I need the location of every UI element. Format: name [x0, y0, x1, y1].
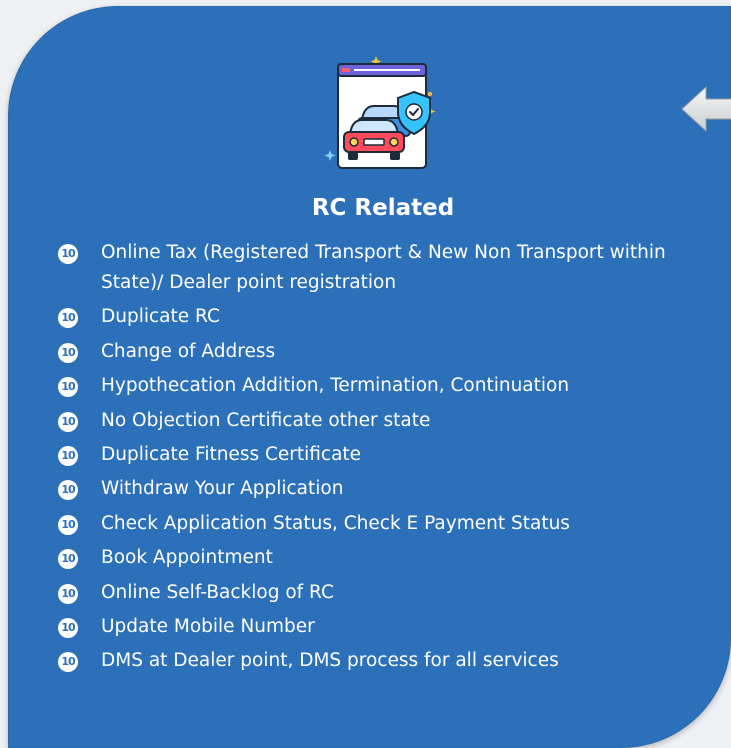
list-item[interactable]: 10 Update Mobile Number [58, 612, 728, 642]
bullet-icon: 10 [58, 342, 78, 363]
list-item-label: Check Application Status, Check E Paymen… [101, 512, 570, 534]
list-item[interactable]: 10 Hypothecation Addition, Termination, … [58, 371, 728, 401]
bullet-icon: 10 [58, 583, 78, 604]
list-item[interactable]: 10 Duplicate RC [58, 302, 728, 332]
bullet-icon: 10 [58, 244, 78, 264]
bullet-icon: 10 [58, 377, 78, 398]
services-list: 10 Online Tax (Registered Transport & Ne… [58, 238, 728, 681]
list-item-label: Duplicate Fitness Certificate [101, 443, 362, 465]
list-item-label: No Objection Certificate other state [101, 409, 431, 431]
list-item[interactable]: 10 Check Application Status, Check E Pay… [58, 509, 728, 539]
page: RC Related 10 Online Tax (Registered Tra… [0, 0, 731, 748]
bullet-icon: 10 [58, 549, 78, 570]
arrow-left-icon[interactable] [680, 84, 731, 134]
list-item-label: Change of Address [101, 340, 276, 362]
rc-related-card: RC Related 10 Online Tax (Registered Tra… [8, 6, 731, 748]
vehicle-registration-shield-icon [324, 56, 436, 169]
list-item-label: Book Appointment [101, 547, 273, 569]
list-item[interactable]: 10 No Objection Certificate other state [58, 406, 728, 436]
list-item-label: Online Self-Backlog of RC [101, 581, 334, 603]
list-item[interactable]: 10 Duplicate Fitness Certificate [58, 440, 728, 470]
bullet-icon: 10 [58, 617, 78, 638]
list-item[interactable]: 10 Book Appointment [58, 543, 728, 573]
list-item-label: Duplicate RC [101, 306, 220, 328]
bullet-icon: 10 [58, 480, 78, 501]
bullet-icon: 10 [58, 411, 78, 432]
list-item-label: DMS at Dealer point, DMS process for all… [101, 650, 559, 672]
bullet-icon: 10 [58, 445, 78, 466]
list-item[interactable]: 10 DMS at Dealer point, DMS process for … [58, 646, 728, 676]
list-item[interactable]: 10 Withdraw Your Application [58, 474, 728, 504]
list-item-label: Online Tax (Registered Transport & New N… [101, 242, 666, 293]
list-item[interactable]: 10 Online Tax (Registered Transport & Ne… [58, 238, 728, 298]
list-item-label: Withdraw Your Application [101, 478, 344, 500]
list-item-label: Hypothecation Addition, Termination, Con… [101, 375, 570, 397]
list-item[interactable]: 10 Change of Address [58, 337, 728, 367]
card-title: RC Related [311, 195, 455, 221]
bullet-icon: 10 [58, 652, 78, 673]
bullet-icon: 10 [58, 514, 78, 535]
bullet-icon: 10 [58, 308, 78, 329]
list-item-label: Update Mobile Number [101, 615, 315, 637]
list-item[interactable]: 10 Online Self-Backlog of RC [58, 578, 728, 608]
